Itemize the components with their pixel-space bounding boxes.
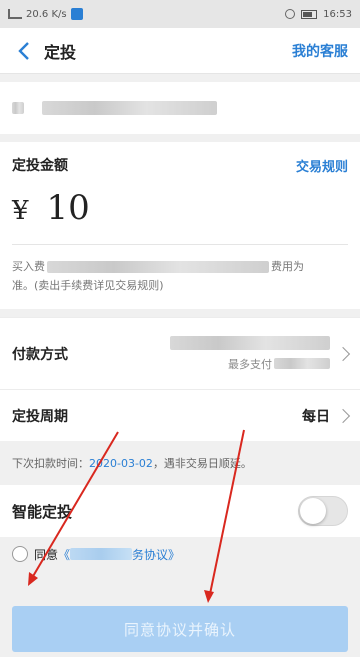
back-button[interactable] <box>12 39 36 63</box>
confirm-button[interactable]: 同意协议并确认 <box>12 606 348 652</box>
fund-name-redacted-text <box>42 101 217 115</box>
amount-input[interactable]: ¥ 10 <box>12 188 348 244</box>
fund-name-row <box>0 82 360 134</box>
trading-rules-link[interactable]: 交易规则 <box>296 156 348 175</box>
payment-account-redacted <box>170 335 330 350</box>
status-bar: 20.6 K/s 16:53 <box>0 0 360 28</box>
chevron-left-icon <box>18 41 29 60</box>
smart-invest-row: 智能定投 <box>0 485 360 537</box>
fee-prefix: 买入费 <box>12 260 45 273</box>
page-title: 定投 <box>44 42 77 62</box>
payment-method-row[interactable]: 付款方式 最多支付 <box>0 317 360 389</box>
smart-invest-toggle[interactable] <box>298 496 348 526</box>
agree-prefix: 同意 <box>34 547 59 562</box>
period-label: 定投周期 <box>12 408 68 425</box>
signal-icon <box>8 9 22 19</box>
clock: 16:53 <box>323 8 352 20</box>
customer-service-link[interactable]: 我的客服 <box>292 41 348 61</box>
agreement-open-quote: 《 <box>58 547 71 562</box>
alarm-icon <box>285 9 296 19</box>
agreement-suffix: 务协议 <box>132 547 169 562</box>
agreement-name-redacted <box>70 548 133 560</box>
chevron-right-icon <box>335 408 351 423</box>
agreement-row: 同意 《 务协议 》 <box>0 537 360 571</box>
agree-radio[interactable] <box>12 546 28 562</box>
notification-icon <box>70 8 83 20</box>
amount-label: 定投金额 <box>12 158 68 174</box>
period-value: 每日 <box>302 408 330 425</box>
payment-method-label: 付款方式 <box>12 346 68 363</box>
chevron-right-icon <box>335 346 351 361</box>
amount-value: 10 <box>46 188 90 228</box>
toggle-knob <box>300 498 326 524</box>
payment-limit-redacted <box>274 358 330 369</box>
nav-header: 定投 我的客服 <box>0 28 360 74</box>
payment-limit-note: 最多支付 <box>228 357 272 371</box>
next-debit-prefix: 下次扣款时间： <box>12 457 89 470</box>
fee-note: 买入费 费用为 准。(卖出手续费详见交易规则) <box>12 245 348 309</box>
agreement-link[interactable]: 《 务协议 》 <box>58 546 180 563</box>
next-debit-date: 2020-03-02 <box>89 457 153 470</box>
amount-card: 定投金额 交易规则 ¥ 10 买入费 费用为 准。(卖出手续费详见交易规则) <box>0 142 360 309</box>
fee-redacted <box>47 260 269 273</box>
fund-name-redacted <box>12 102 24 114</box>
fee-line2: 准。(卖出手续费详见交易规则) <box>12 279 164 292</box>
currency-symbol: ¥ <box>12 196 29 226</box>
network-speed: 20.6 K/s <box>26 8 67 20</box>
period-row[interactable]: 定投周期 每日 <box>0 389 360 441</box>
next-debit-suffix: ，遇非交易日顺延。 <box>152 457 252 470</box>
fee-suffix: 费用为 <box>271 260 304 273</box>
battery-icon <box>301 9 318 19</box>
agreement-close-quote: 》 <box>168 547 181 562</box>
next-debit-note: 下次扣款时间：2020-03-02，遇非交易日顺延。 <box>0 441 360 485</box>
smart-invest-label: 智能定投 <box>12 502 73 521</box>
